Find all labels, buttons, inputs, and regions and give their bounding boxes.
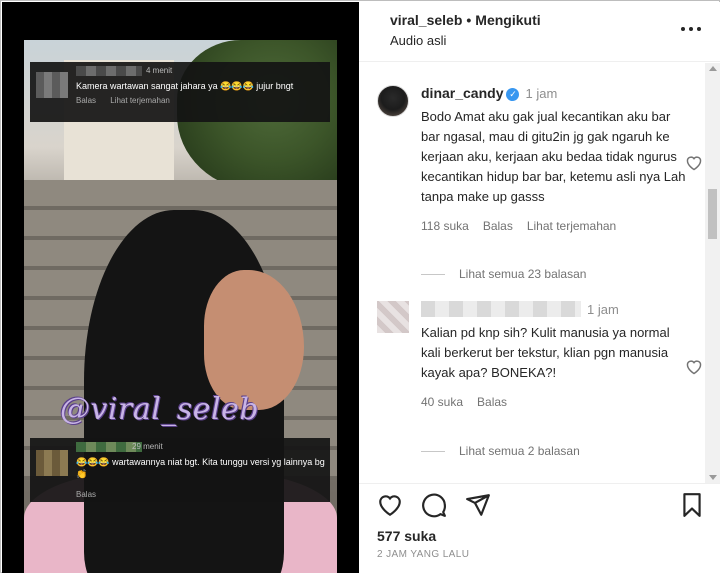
scrollbar[interactable] (705, 63, 720, 483)
account-line: viral_seleb • Mengikuti (390, 12, 541, 28)
comment-text: Kalian pd knp sih? Kulit manusia ya norm… (421, 325, 670, 380)
verified-badge-icon: ✓ (506, 88, 520, 101)
post-actions-bar: 577 suka 2 JAM YANG LALU (359, 483, 720, 573)
comment-actions: 40 suka Balas (421, 395, 691, 409)
overlay-comment-time: 4 menit (146, 66, 173, 75)
heart-icon[interactable] (377, 492, 403, 518)
reply-button[interactable]: Balas (477, 395, 507, 409)
blurred-avatar (36, 450, 68, 476)
comments-panel: viral_seleb • Mengikuti Audio asli dinar_c… (359, 2, 720, 573)
video-player[interactable]: 4 menit Kamera wartawan sangat jahara ya… (2, 2, 359, 573)
scroll-thumb[interactable] (708, 189, 717, 239)
post-date: 2 JAM YANG LALU (377, 549, 470, 560)
translate-button[interactable]: Lihat terjemahan (527, 219, 616, 233)
watermark: @viral_seleb (60, 392, 260, 427)
bookmark-icon[interactable] (679, 492, 705, 518)
heart-icon[interactable] (685, 359, 703, 375)
overlay-reply-label: Balas (76, 96, 97, 105)
avatar[interactable] (377, 301, 409, 333)
scroll-down-arrow-icon[interactable] (709, 475, 717, 480)
blurred-avatar (36, 72, 68, 98)
divider-line (421, 451, 445, 452)
comment-username[interactable]: dinar_candy (421, 85, 503, 101)
overlay-comment-actions: Balas Lihat terjemahan (76, 96, 182, 105)
overlay-comment-text: 😂😂😂 wartawannya niat bgt. Kita tunggu ve… (76, 457, 325, 479)
post-window: 4 menit Kamera wartawan sangat jahara ya… (0, 0, 720, 573)
blurred-username (421, 301, 581, 317)
blurred-username (76, 66, 142, 76)
comment-time[interactable]: 1 jam (525, 86, 557, 101)
more-options-icon[interactable] (681, 20, 701, 36)
comment-icon[interactable] (421, 492, 447, 518)
comment-body: 1 jam Kalian pd knp sih? Kulit manusia y… (421, 301, 691, 409)
comment-header: dinar_candy ✓ 1 jam (421, 85, 691, 103)
follow-button[interactable]: Mengikuti (475, 12, 540, 28)
divider-line (421, 274, 445, 275)
view-replies-button[interactable]: Lihat semua 23 balasan (421, 267, 586, 281)
video-overlay-comment-top: 4 menit Kamera wartawan sangat jahara ya… (30, 62, 330, 122)
comment-text: Bodo Amat aku gak jual kecantikan aku ba… (421, 109, 686, 204)
heart-icon[interactable] (685, 155, 703, 171)
comment-body: dinar_candy ✓ 1 jam Bodo Amat aku gak jual… (421, 85, 691, 233)
comments-list[interactable]: dinar_candy ✓ 1 jam Bodo Amat aku gak jual… (359, 63, 705, 483)
overlay-comment-text: Kamera wartawan sangat jahara ya 😂😂😂 juj… (76, 81, 294, 91)
audio-link[interactable]: Audio asli (390, 33, 446, 48)
overlay-comment-time: 29 menit (132, 442, 163, 451)
comment-time[interactable]: 1 jam (587, 302, 619, 317)
overlay-translate-label: Lihat terjemahan (110, 96, 170, 105)
video-frame[interactable]: 4 menit Kamera wartawan sangat jahara ya… (24, 40, 337, 573)
comment-header: 1 jam (421, 301, 691, 319)
overlay-comment-actions: Balas (76, 490, 108, 499)
account-name[interactable]: viral_seleb (390, 12, 462, 28)
post-header: viral_seleb • Mengikuti Audio asli (359, 2, 720, 62)
comment-likes[interactable]: 40 suka (421, 395, 463, 409)
view-replies-label: Lihat semua 2 balasan (459, 444, 580, 458)
view-replies-label: Lihat semua 23 balasan (459, 267, 587, 281)
avatar[interactable] (377, 85, 409, 117)
separator-dot: • (466, 12, 472, 28)
scroll-up-arrow-icon[interactable] (709, 66, 717, 71)
share-icon[interactable] (465, 492, 491, 518)
video-overlay-comment-bottom: 29 menit 😂😂😂 wartawannya niat bgt. Kita … (30, 438, 330, 502)
comment-actions: 118 suka Balas Lihat terjemahan (421, 219, 691, 233)
post-likes[interactable]: 577 suka (377, 528, 436, 544)
comment-likes[interactable]: 118 suka (421, 219, 469, 233)
overlay-reply-label: Balas (76, 490, 97, 499)
view-replies-button[interactable]: Lihat semua 2 balasan (421, 444, 580, 458)
reply-button[interactable]: Balas (483, 219, 513, 233)
